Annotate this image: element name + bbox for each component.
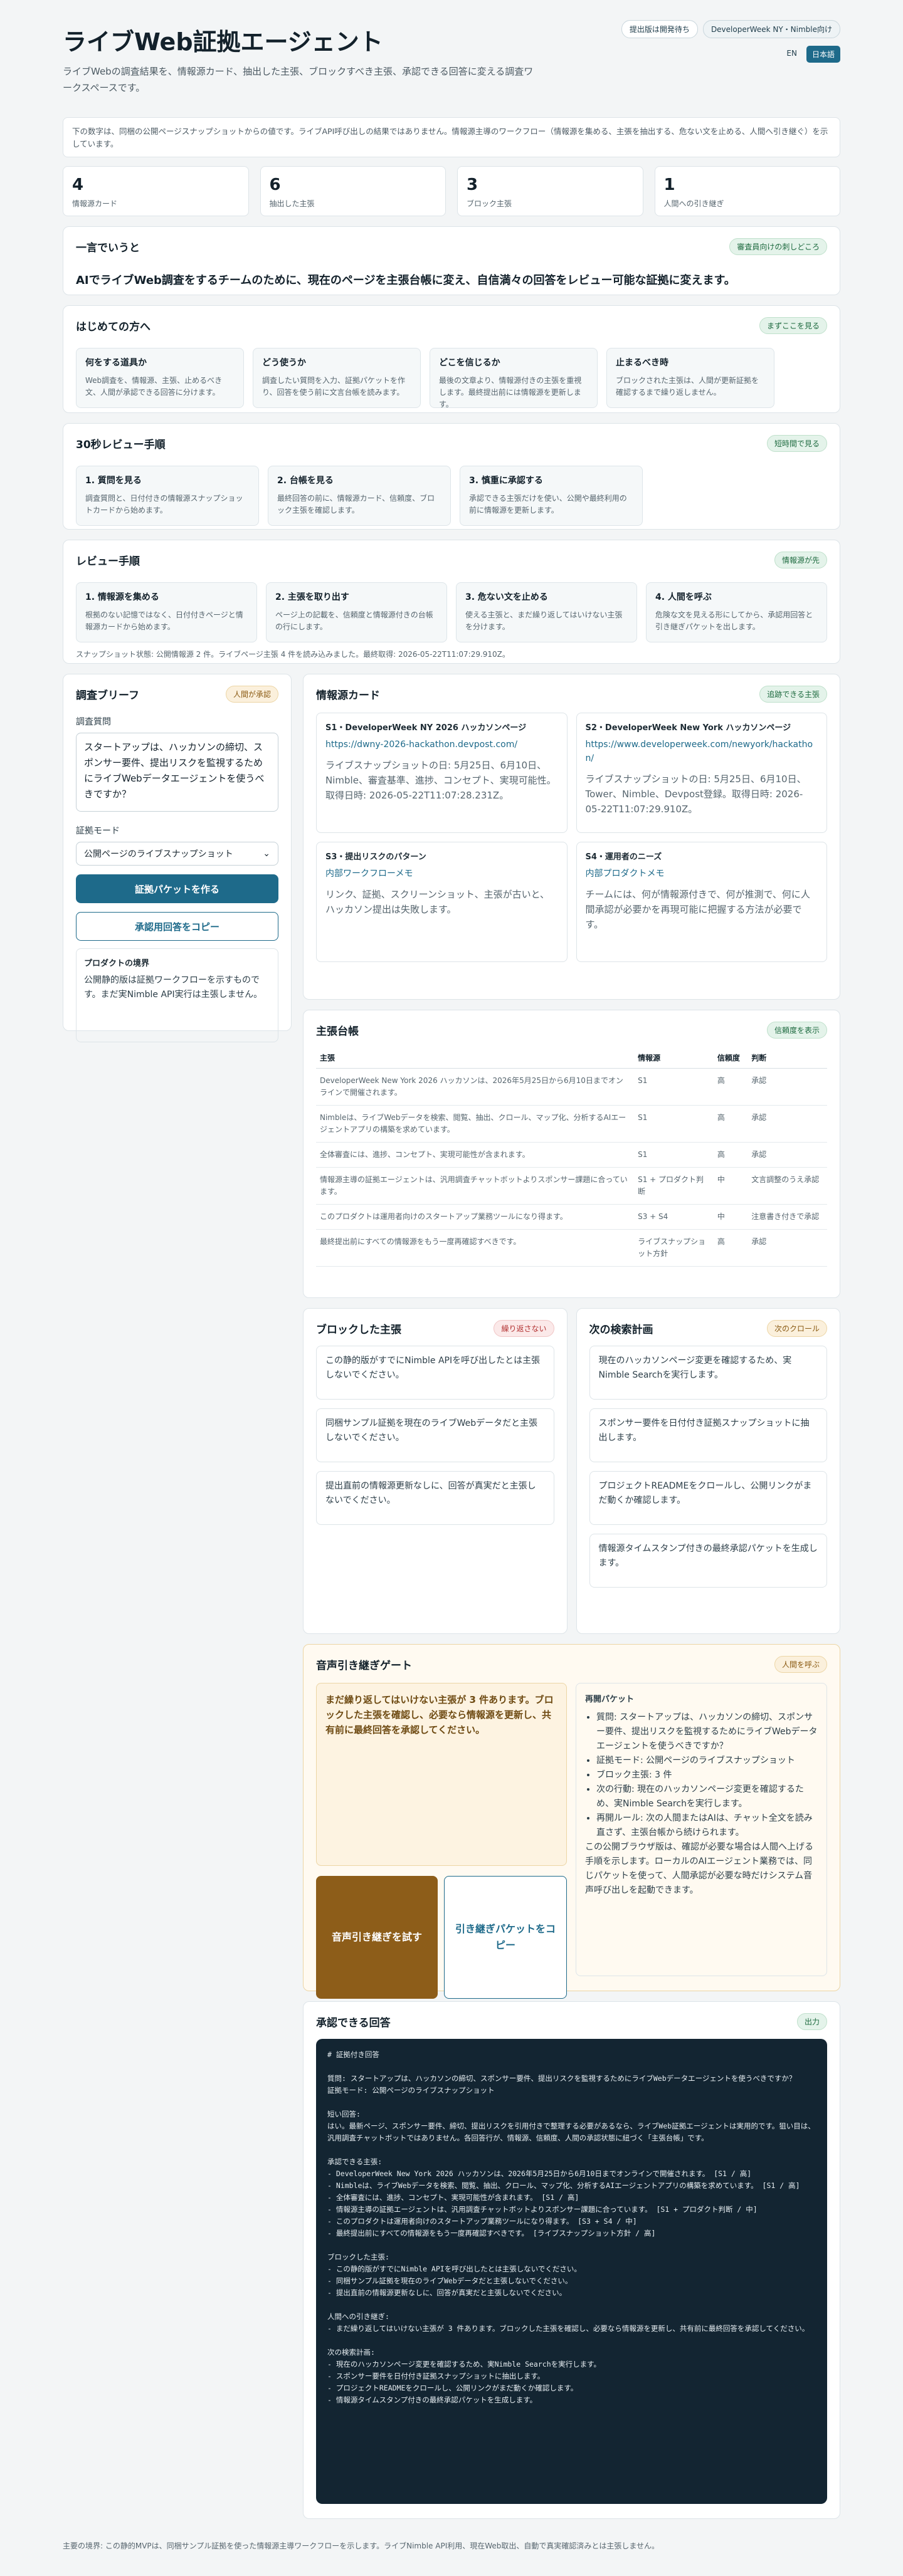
first-card: はじめての方へ まずここを見る 何をする道具か Web調査を、情報源、主張、止めるべ… xyxy=(63,305,840,413)
event-badge: DeveloperWeek NY・Nimble向け xyxy=(702,20,840,38)
answer-output: # 証拠付き回答 質問: スタートアップは、ハッカソンの締切、スポンサー要件、提… xyxy=(316,2039,827,2504)
resume-packet: 再開パケット 質問: スタートアップは、ハッカソンの締切、スポンサー要件、提出リ… xyxy=(576,1683,827,1976)
footer-note: 主要の境界: この静的MVPは、同梱サンプル証拠を使った情報源主導ワークフローを… xyxy=(63,2542,660,2550)
copy-answer-button[interactable]: 承認用回答をコピー xyxy=(76,912,278,941)
source-link[interactable]: https://www.developerweek.com/newyork/ha… xyxy=(586,738,818,765)
oneline-card: 一言でいうと 審査員向けの刺しどころ AIでライブWeb調査をするチームのために、… xyxy=(63,226,840,295)
question-textarea[interactable]: スタートアップは、ハッカソンの締切、スポンサー要件、提出リスクを監視するためにラ… xyxy=(76,733,278,812)
stat-sources: 4 情報源カード xyxy=(63,166,249,216)
review-tile: 1. 情報源を集める 根拠のない記憶ではなく、日付付きページと情報源カードから始め… xyxy=(76,582,257,642)
table-row: 全体審査には、進捗、コンセプト、実現可能性が含まれます。 S1 高承認 xyxy=(316,1142,827,1168)
review30-title: 30秒レビュー手順 xyxy=(76,439,166,451)
header: ライブWeb証拠エージェント ライブWebの調査結果を、情報源カード、抽出した主… xyxy=(63,20,840,98)
brief-card: 調査ブリーフ 人間が承認 調査質問 スタートアップは、ハッカソンの締切、スポンサー… xyxy=(63,674,292,1042)
chevron-down-icon: ⌄ xyxy=(263,849,270,859)
review-tile: 4. 人間を呼ぶ 危険な文を見える形にしてから、承認用回答と引き継ぎパケットを出し… xyxy=(646,582,827,642)
source-card: S1・DeveloperWeek NY 2026 ハッカソンページ https:/… xyxy=(316,713,568,833)
approved-answer: 承認できる回答 出力 # 証拠付き回答 質問: スタートアップは、ハッカソンの締切… xyxy=(303,2001,840,2519)
stats-row: 4 情報源カード 6 抽出した主張 3 ブロック主張 1 人間への引き継ぎ xyxy=(63,166,840,216)
handoff-warning: まだ繰り返してはいけない主張が 3 件あります。ブロックした主張を確認し、必要な… xyxy=(316,1683,567,1866)
first-tile: 止まるべき時 ブロックされた主張は、人間が更新証拠を確認するまで繰り返しません。 xyxy=(606,348,774,408)
search-plan: 次の検索計画 次のクロール 現在のハッカソンページ変更を確認するため、実Nimbl… xyxy=(576,1308,840,1634)
voice-title: 音声引き継ぎゲート xyxy=(316,1660,412,1672)
table-row: 情報源主導の証拠エージェントは、汎用調査チャットボットよりスポンサー課題に合って… xyxy=(316,1167,827,1205)
question-label: 調査質問 xyxy=(76,717,111,727)
review-card: レビュー手順 情報源が先 1. 情報源を集める 根拠のない記憶ではなく、日付付きペー… xyxy=(63,540,840,664)
lang-en-button[interactable]: EN xyxy=(781,46,803,63)
try-voice-handoff-button[interactable]: 音声引き継ぎを試す xyxy=(316,1876,438,1999)
source-link[interactable]: 内部プロダクトメモ xyxy=(586,867,818,881)
source-link[interactable]: 内部ワークフローメモ xyxy=(325,867,558,881)
review-tile: 2. 主張を取り出す ページ上の記載を、信頼度と情報源付きの台帳の行にします。 xyxy=(266,582,447,642)
table-row: Nimbleは、ライブWebデータを検索、閲覧、抽出、クロール、マップ化、分析す… xyxy=(316,1105,827,1143)
table-row: このプロダクトは運用者向けのスタートアップ業務ツールになり得ます。 S3 + S4… xyxy=(316,1204,827,1230)
oneline-title: 一言でいうと xyxy=(76,242,140,254)
source-card: S2・DeveloperWeek New York ハッカソンページ https:… xyxy=(576,713,827,833)
first-tile: どう使うか 調査したい質問を入力、証拠パケットを作り、回答を使う前に文言台帳を読み… xyxy=(253,348,421,408)
source-link[interactable]: https://dwny-2026-hackathon.devpost.com/ xyxy=(325,738,558,751)
source-card: S4・運用者のニーズ 内部プロダクトメモ チームには、何が情報源付きで、何が推測で、… xyxy=(576,842,827,962)
voice-handoff-gate: 音声引き継ぎゲート 人間を呼ぶ まだ繰り返してはいけない主張が 3 件あります。ブ… xyxy=(303,1644,840,1999)
plan-tag: 次のクロール xyxy=(766,1320,827,1337)
product-boundary: プロダクトの境界 公開静的版は証拠ワークフローを示すものです。まだ実Nimble… xyxy=(76,948,278,1042)
stat-blocked: 3 ブロック主張 xyxy=(457,166,643,216)
plan-title: 次の検索計画 xyxy=(589,1324,653,1336)
cards-tag: 追跡できる主張 xyxy=(759,686,827,703)
first-title: はじめての方へ xyxy=(76,321,150,333)
copy-handoff-packet-button[interactable]: 引き継ぎパケットをコピー xyxy=(444,1876,567,1999)
table-row: 最終提出前にすべての情報源をもう一度再確認すべきです。 ライブスナップショット方針… xyxy=(316,1229,827,1267)
first-tile: どこを信じるか 最後の文章より、情報源付きの主張を重視します。最終提出前には情報源… xyxy=(430,348,598,409)
review-tag: 情報源が先 xyxy=(774,552,827,568)
review30-tile: 3. 慎重に承認する 承認できる主張だけを使い、公開や最終利用の前に情報源を更新し… xyxy=(460,466,643,526)
review30-tag: 短時間で見る xyxy=(766,435,827,452)
blocked-item: 同梱サンプル証拠を現在のライブWebデータだと主張しないでください。 xyxy=(316,1408,554,1462)
ledger-table: 主張 情報源 信頼度 判断 DeveloperWeek New York 202… xyxy=(316,1047,827,1267)
blocked-title: ブロックした主張 xyxy=(316,1324,401,1336)
answer-title: 承認できる回答 xyxy=(316,2017,391,2029)
review30-tile: 2. 台帳を見る 最終回答の前に、情報源カード、信頼度、ブロック主張を確認します。 xyxy=(268,466,451,526)
claim-ledger: 主張台帳 信頼度を表示 主張 情報源 信頼度 判断 DeveloperWeek N… xyxy=(303,1010,840,1298)
lang-ja-button[interactable]: 日本語 xyxy=(806,46,840,63)
page: ライブWeb証拠エージェント ライブWebの調査結果を、情報源カード、抽出した主… xyxy=(0,0,903,2576)
cards-title: 情報源カード xyxy=(316,689,380,702)
pending-badge: 提出版は開発待ち xyxy=(621,20,698,38)
plan-item: 情報源タイムスタンプ付きの最終承認パケットを生成します。 xyxy=(589,1534,827,1588)
table-row: DeveloperWeek New York 2026 ハッカソンは、2026年… xyxy=(316,1068,827,1106)
stat-claims: 6 抽出した主張 xyxy=(260,166,446,216)
source-cards: 情報源カード 追跡できる主張 S1・DeveloperWeek NY 2026 ハ… xyxy=(303,674,840,1000)
language-switch: EN 日本語 xyxy=(781,46,840,63)
snapshot-status: スナップショット状態: 公開情報源 2 件。ライブページ主張 4 件を読み込みま… xyxy=(76,650,510,659)
review-tile: 3. 危ない文を止める 使える主張と、まだ繰り返してはいけない主張を分けます。 xyxy=(456,582,637,642)
plan-item: スポンサー要件を日付付き証拠スナップショットに抽出します。 xyxy=(589,1408,827,1462)
oneline-tag: 審査員向けの刺しどころ xyxy=(729,238,827,255)
notice-banner: 下の数字は、同梱の公開ページスナップショットからの値です。ライブAPI呼び出しの… xyxy=(63,117,840,157)
answer-tag: 出力 xyxy=(796,2013,827,2030)
first-tag: まずここを見る xyxy=(759,317,827,334)
review30-tile: 1. 質問を見る 調査質問と、日付付きの情報源スナップショットカードから始めます。 xyxy=(76,466,259,526)
brief-tag: 人間が承認 xyxy=(225,686,278,703)
page-title: ライブWeb証拠エージェント xyxy=(63,28,383,56)
voice-tag: 人間を呼ぶ xyxy=(774,1656,827,1673)
blocked-claims: ブロックした主張 繰り返さない この静的版がすでにNimble APIを呼び出した… xyxy=(303,1308,568,1634)
ledger-tag: 信頼度を表示 xyxy=(766,1022,827,1039)
oneline-text: AIでライブWeb調査をするチームのために、現在のページを主張台帳に変え、自信満… xyxy=(76,274,736,287)
stat-handoff: 1 人間への引き継ぎ xyxy=(654,166,840,216)
blocked-item: この静的版がすでにNimble APIを呼び出したとは主張しないでください。 xyxy=(316,1346,554,1400)
build-packet-button[interactable]: 証拠パケットを作る xyxy=(76,874,278,903)
ledger-title: 主張台帳 xyxy=(316,1025,359,1038)
mode-select[interactable]: 公開ページのライブスナップショット ⌄ xyxy=(76,842,278,866)
brief-title: 調査ブリーフ xyxy=(76,689,139,702)
mode-label: 証拠モード xyxy=(76,826,120,836)
page-subtitle: ライブWebの調査結果を、情報源カード、抽出した主張、ブロックすべき主張、承認で… xyxy=(63,66,534,93)
plan-item: プロジェクトREADMEをクロールし、公開リンクがまだ動くか確認します。 xyxy=(589,1471,827,1525)
first-tile: 何をする道具か Web調査を、情報源、主張、止めるべき文、人間が承認できる回答に分… xyxy=(76,348,244,408)
blocked-tag: 繰り返さない xyxy=(494,1320,554,1337)
review-title: レビュー手順 xyxy=(76,555,140,568)
blocked-item: 提出直前の情報源更新なしに、回答が真実だと主張しないでください。 xyxy=(316,1471,554,1525)
review30-card: 30秒レビュー手順 短時間で見る 1. 質問を見る 調査質問と、日付付きの情報源スナ… xyxy=(63,423,840,530)
source-card: S3・提出リスクのパターン 内部ワークフローメモ リンク、証拠、スクリーンショット、… xyxy=(316,842,568,962)
plan-item: 現在のハッカソンページ変更を確認するため、実Nimble Searchを実行しま… xyxy=(589,1346,827,1400)
